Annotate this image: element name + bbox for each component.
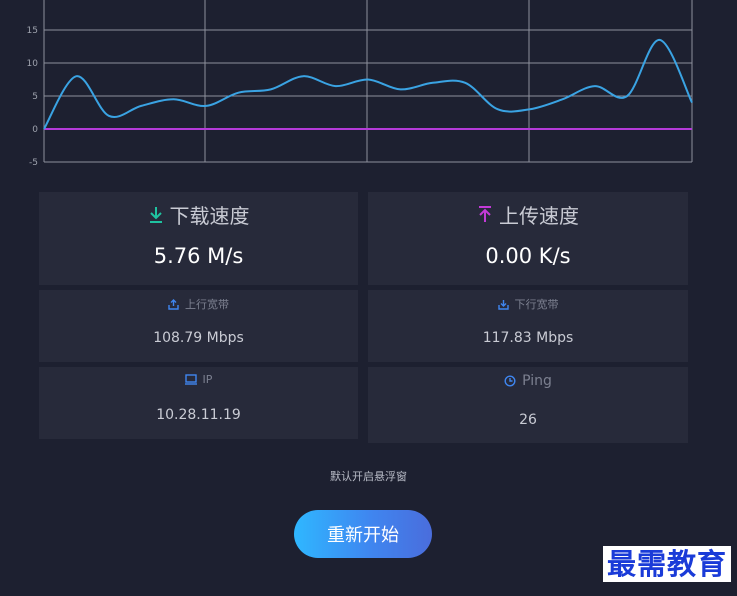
upload-tray-icon xyxy=(168,298,179,310)
ip-card: IP 10.28.11.19 xyxy=(39,367,358,439)
monitor-icon xyxy=(184,374,197,385)
upload-speed-value: 0.00 K/s xyxy=(485,244,571,268)
speed-chart: -5 0 5 10 15 20 xyxy=(27,0,693,168)
float-window-label: 默认开启悬浮窗 xyxy=(330,470,407,483)
down-bandwidth-value: 117.83 Mbps xyxy=(482,330,574,346)
ip-label: IP xyxy=(202,373,213,386)
down-bandwidth-label: 下行宽带 xyxy=(514,298,559,311)
up-bandwidth-label: 上行宽带 xyxy=(185,298,229,311)
download-speed-card: 下载速度 5.76 M/s xyxy=(39,192,358,285)
download-speed-label: 下载速度 xyxy=(169,204,250,228)
y-tick-label: 10 xyxy=(27,59,39,69)
clock-icon xyxy=(504,375,516,387)
watermark-logo: 最需教育 xyxy=(602,546,731,582)
ping-value: 26 xyxy=(519,412,537,428)
y-tick-label: -5 xyxy=(29,158,38,168)
y-tick-label: 15 xyxy=(27,26,38,36)
upload-speed-card: 上传速度 0.00 K/s xyxy=(368,192,688,285)
up-bandwidth-value: 108.79 Mbps xyxy=(153,330,244,346)
download-arrow-icon xyxy=(148,206,164,224)
ping-header: Ping xyxy=(368,373,688,389)
upload-arrow-icon xyxy=(477,205,493,224)
down-bandwidth-header: 下行宽带 xyxy=(368,296,688,312)
download-tray-icon xyxy=(497,299,509,310)
ip-value: 10.28.11.19 xyxy=(156,407,241,423)
y-tick-label: 20 xyxy=(27,0,39,3)
upload-speed-header: 上传速度 xyxy=(368,200,688,229)
restart-button[interactable]: 重新开始 xyxy=(294,510,432,558)
y-tick-label: 0 xyxy=(32,125,38,135)
series-line-0 xyxy=(43,38,693,130)
ping-label: Ping xyxy=(522,373,552,389)
upload-speed-label: 上传速度 xyxy=(499,204,579,228)
up-bandwidth-header: 上行宽带 xyxy=(39,296,358,312)
download-speed-value: 5.76 M/s xyxy=(153,244,244,268)
ping-card: Ping 26 xyxy=(368,367,688,443)
up-bandwidth-card: 上行宽带 108.79 Mbps xyxy=(39,290,358,362)
speed-test-panel: -5 0 5 10 15 20 下载速度 5.76 M/s xyxy=(0,0,737,596)
y-tick-label: 5 xyxy=(32,92,38,102)
download-speed-header: 下载速度 xyxy=(39,200,358,229)
ip-header: IP xyxy=(39,373,358,386)
down-bandwidth-card: 下行宽带 117.83 Mbps xyxy=(368,290,688,362)
